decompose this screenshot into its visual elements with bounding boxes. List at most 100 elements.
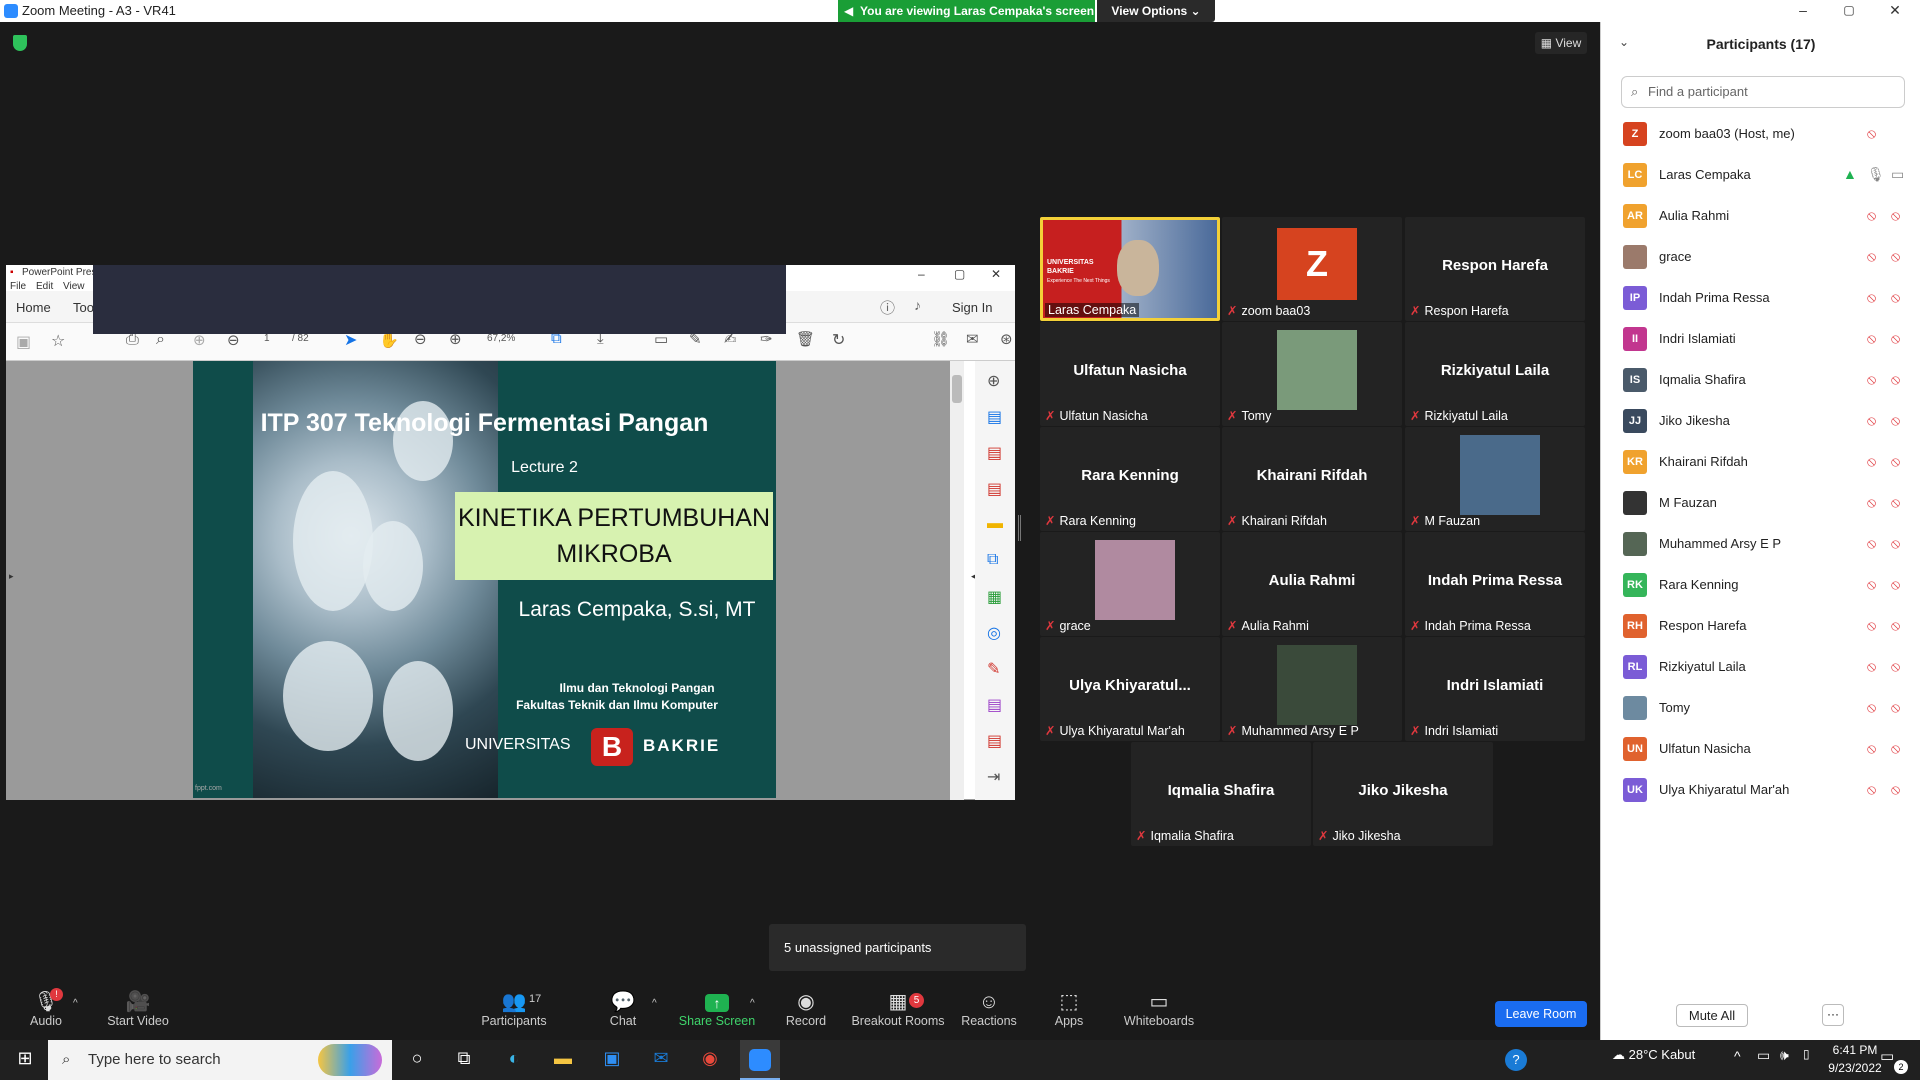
video-tile[interactable]: Respon Harefa ✗ Respon Harefa <box>1405 217 1585 321</box>
store-icon[interactable]: ▣ <box>599 1048 625 1072</box>
combine-icon[interactable]: ⧉ <box>987 551 998 569</box>
share-screen-button[interactable]: ↑ Share Screen <box>672 990 762 1028</box>
reactions-button[interactable]: ☺ Reactions <box>944 990 1034 1028</box>
participant-row[interactable]: LC Laras Cempaka ▲ 🎙 ▭ <box>1601 155 1920 196</box>
comment-tool-icon[interactable]: ▬ <box>987 515 1003 533</box>
scrollbar[interactable] <box>950 361 964 800</box>
expand-panel-icon[interactable]: ⇥ <box>987 767 1000 787</box>
zoom-tool-icon[interactable]: ⊕ <box>987 371 1000 391</box>
participant-row[interactable]: UN Ulfatun Nasicha ⦸ ⦸ <box>1601 729 1920 770</box>
protect-icon[interactable]: ▤ <box>987 695 1002 715</box>
participants-button[interactable]: 👥 Participants <box>469 990 559 1028</box>
share-screen-label: Share Screen <box>678 1014 756 1028</box>
video-tile[interactable]: Khairani Rifdah ✗ Khairani Rifdah <box>1222 427 1402 531</box>
participant-row[interactable]: IS Iqmalia Shafira ⦸ ⦸ <box>1601 360 1920 401</box>
participant-row[interactable]: RK Rara Kenning ⦸ ⦸ <box>1601 565 1920 606</box>
fill-sign-icon[interactable]: ✎ <box>987 659 1000 679</box>
video-tile[interactable]: Aulia Rahmi ✗ Aulia Rahmi <box>1222 532 1402 636</box>
participant-row[interactable]: Tomy ⦸ ⦸ <box>1601 688 1920 729</box>
taskbar-search-box[interactable]: ⌕ Type here to search <box>48 1040 392 1080</box>
acrobat-tools-tab[interactable]: Too <box>73 300 94 315</box>
audio-options-chevron-icon[interactable]: ^ <box>73 998 78 1009</box>
unassigned-participants-popup[interactable]: 5 unassigned participants <box>769 924 1026 971</box>
page-current[interactable]: 1 <box>264 333 270 344</box>
video-tile[interactable]: UNIVERSITAS BAKRIE Experience The Next Thi… <box>1040 217 1220 321</box>
view-options-button[interactable]: View Options ⌄ <box>1097 0 1215 22</box>
participant-row[interactable]: RL Rizkiyatul Laila ⦸ ⦸ <box>1601 647 1920 688</box>
more-tools-icon[interactable]: ▤ <box>987 731 1002 751</box>
video-tile[interactable]: Iqmalia Shafira ✗ Iqmalia Shafira <box>1131 742 1311 846</box>
scan-icon[interactable]: ◎ <box>987 623 1001 643</box>
video-tile[interactable]: Jiko Jikesha ✗ Jiko Jikesha <box>1313 742 1493 846</box>
participant-row[interactable]: IP Indah Prima Ressa ⦸ ⦸ <box>1601 278 1920 319</box>
participant-row[interactable]: RH Respon Harefa ⦸ ⦸ <box>1601 606 1920 647</box>
start-video-button[interactable]: 🎥 Start Video <box>93 990 183 1028</box>
leave-room-button[interactable]: Leave Room <box>1495 1001 1587 1027</box>
edit-pdf-icon[interactable]: ▤ <box>987 479 1002 499</box>
sign-in-link[interactable]: Sign In <box>952 300 992 315</box>
windows-start-icon[interactable]: ⊞ <box>12 1048 38 1072</box>
task-view-icon[interactable]: ⧉ <box>451 1048 477 1072</box>
zoom-level[interactable]: 67,2% <box>487 333 515 344</box>
participant-row[interactable]: AR Aulia Rahmi ⦸ ⦸ <box>1601 196 1920 237</box>
help-tray-icon[interactable]: ? <box>1505 1049 1527 1071</box>
video-tile[interactable]: Ulya Khiyaratul... ✗ Ulya Khiyaratul Mar'a… <box>1040 637 1220 741</box>
video-tile[interactable]: Ulfatun Nasicha ✗ Ulfatun Nasicha <box>1040 322 1220 426</box>
create-pdf-icon[interactable]: ▤ <box>987 407 1002 427</box>
clock-time[interactable]: 6:41 PM <box>1822 1043 1888 1057</box>
mail-app-icon[interactable]: ✉ <box>648 1048 674 1072</box>
video-tile[interactable]: Indah Prima Ressa ✗ Indah Prima Ressa <box>1405 532 1585 636</box>
participant-row[interactable]: M Fauzan ⦸ ⦸ <box>1601 483 1920 524</box>
participant-avatar: RK <box>1623 573 1647 597</box>
maximize-button[interactable]: ▢ <box>1826 0 1872 22</box>
keyboard-icon[interactable]: ▯ <box>1803 1047 1810 1061</box>
clock-date[interactable]: 9/23/2022 <box>1822 1061 1888 1075</box>
participant-row[interactable]: grace ⦸ ⦸ <box>1601 237 1920 278</box>
left-panel-toggle-icon[interactable]: ▸ <box>9 571 14 582</box>
participant-row[interactable]: KR Khairani Rifdah ⦸ ⦸ <box>1601 442 1920 483</box>
more-options-button[interactable]: ··· <box>1822 1004 1844 1026</box>
video-tile[interactable]: ✗ M Fauzan <box>1405 427 1585 531</box>
tile-label-text: Muhammed Arsy E P <box>1241 724 1359 738</box>
participant-row[interactable]: Zzoom baa03 (Host, me) ⦸ <box>1601 114 1920 155</box>
chrome-icon[interactable]: ◉ <box>697 1048 723 1072</box>
whiteboards-button[interactable]: ▭ Whiteboards <box>1114 990 1204 1028</box>
tray-chevron-icon[interactable]: ^ <box>1734 1048 1741 1064</box>
participant-row[interactable]: II Indri Islamiati ⦸ ⦸ <box>1601 319 1920 360</box>
file-explorer-icon[interactable]: ▬ <box>550 1048 576 1072</box>
participant-search-input[interactable]: ⌕ Find a participant <box>1621 76 1905 108</box>
chat-button[interactable]: 💬 Chat <box>578 990 668 1028</box>
edge-icon[interactable]: ◐ <box>501 1048 527 1072</box>
participant-row[interactable]: UK Ulya Khiyaratul Mar'ah ⦸ ⦸ <box>1601 770 1920 811</box>
video-tile[interactable]: ✗ Tomy <box>1222 322 1402 426</box>
splitter-handle[interactable] <box>1018 515 1021 541</box>
view-button[interactable]: ▦ View <box>1535 32 1587 54</box>
share-options-chevron-icon[interactable]: ^ <box>750 998 755 1009</box>
network-icon[interactable]: ▭ <box>1757 1047 1770 1064</box>
view-button-label: View <box>1555 36 1582 50</box>
chat-options-chevron-icon[interactable]: ^ <box>652 998 657 1009</box>
video-tile[interactable]: ✗ Muhammed Arsy E P <box>1222 637 1402 741</box>
apps-button[interactable]: ⬚ Apps <box>1024 990 1114 1028</box>
volume-icon[interactable]: 🕪 <box>1780 1047 1789 1064</box>
participant-row[interactable]: Muhammed Arsy E P ⦸ ⦸ <box>1601 524 1920 565</box>
audio-button[interactable]: 🎙 Audio <box>1 990 91 1028</box>
mute-all-button[interactable]: Mute All <box>1676 1004 1748 1027</box>
video-tile[interactable]: Z ✗ zoom baa03 <box>1222 217 1402 321</box>
scrollbar-thumb[interactable] <box>952 375 962 403</box>
participant-row[interactable]: JJ Jiko Jikesha ⦸ ⦸ <box>1601 401 1920 442</box>
video-tile[interactable]: Rara Kenning ✗ Rara Kenning <box>1040 427 1220 531</box>
minimize-button[interactable]: – <box>1780 0 1826 22</box>
breakout-rooms-button[interactable]: ▦ Breakout Rooms <box>848 990 948 1028</box>
organize-icon[interactable]: ▦ <box>987 587 1002 607</box>
record-button[interactable]: ◉ Record <box>761 990 851 1028</box>
close-button[interactable]: ✕ <box>1872 0 1918 22</box>
video-tile[interactable]: Indri Islamiati ✗ Indri Islamiati <box>1405 637 1585 741</box>
zoom-taskbar-item[interactable] <box>740 1040 780 1080</box>
video-tile[interactable]: Rizkiyatul Laila ✗ Rizkiyatul Laila <box>1405 322 1585 426</box>
cortana-icon[interactable]: ○ <box>404 1048 430 1072</box>
security-shield-icon[interactable] <box>13 35 27 51</box>
export-pdf-icon[interactable]: ▤ <box>987 443 1002 463</box>
video-tile[interactable]: ✗ grace <box>1040 532 1220 636</box>
acrobat-home-tab[interactable]: Home <box>16 300 51 315</box>
